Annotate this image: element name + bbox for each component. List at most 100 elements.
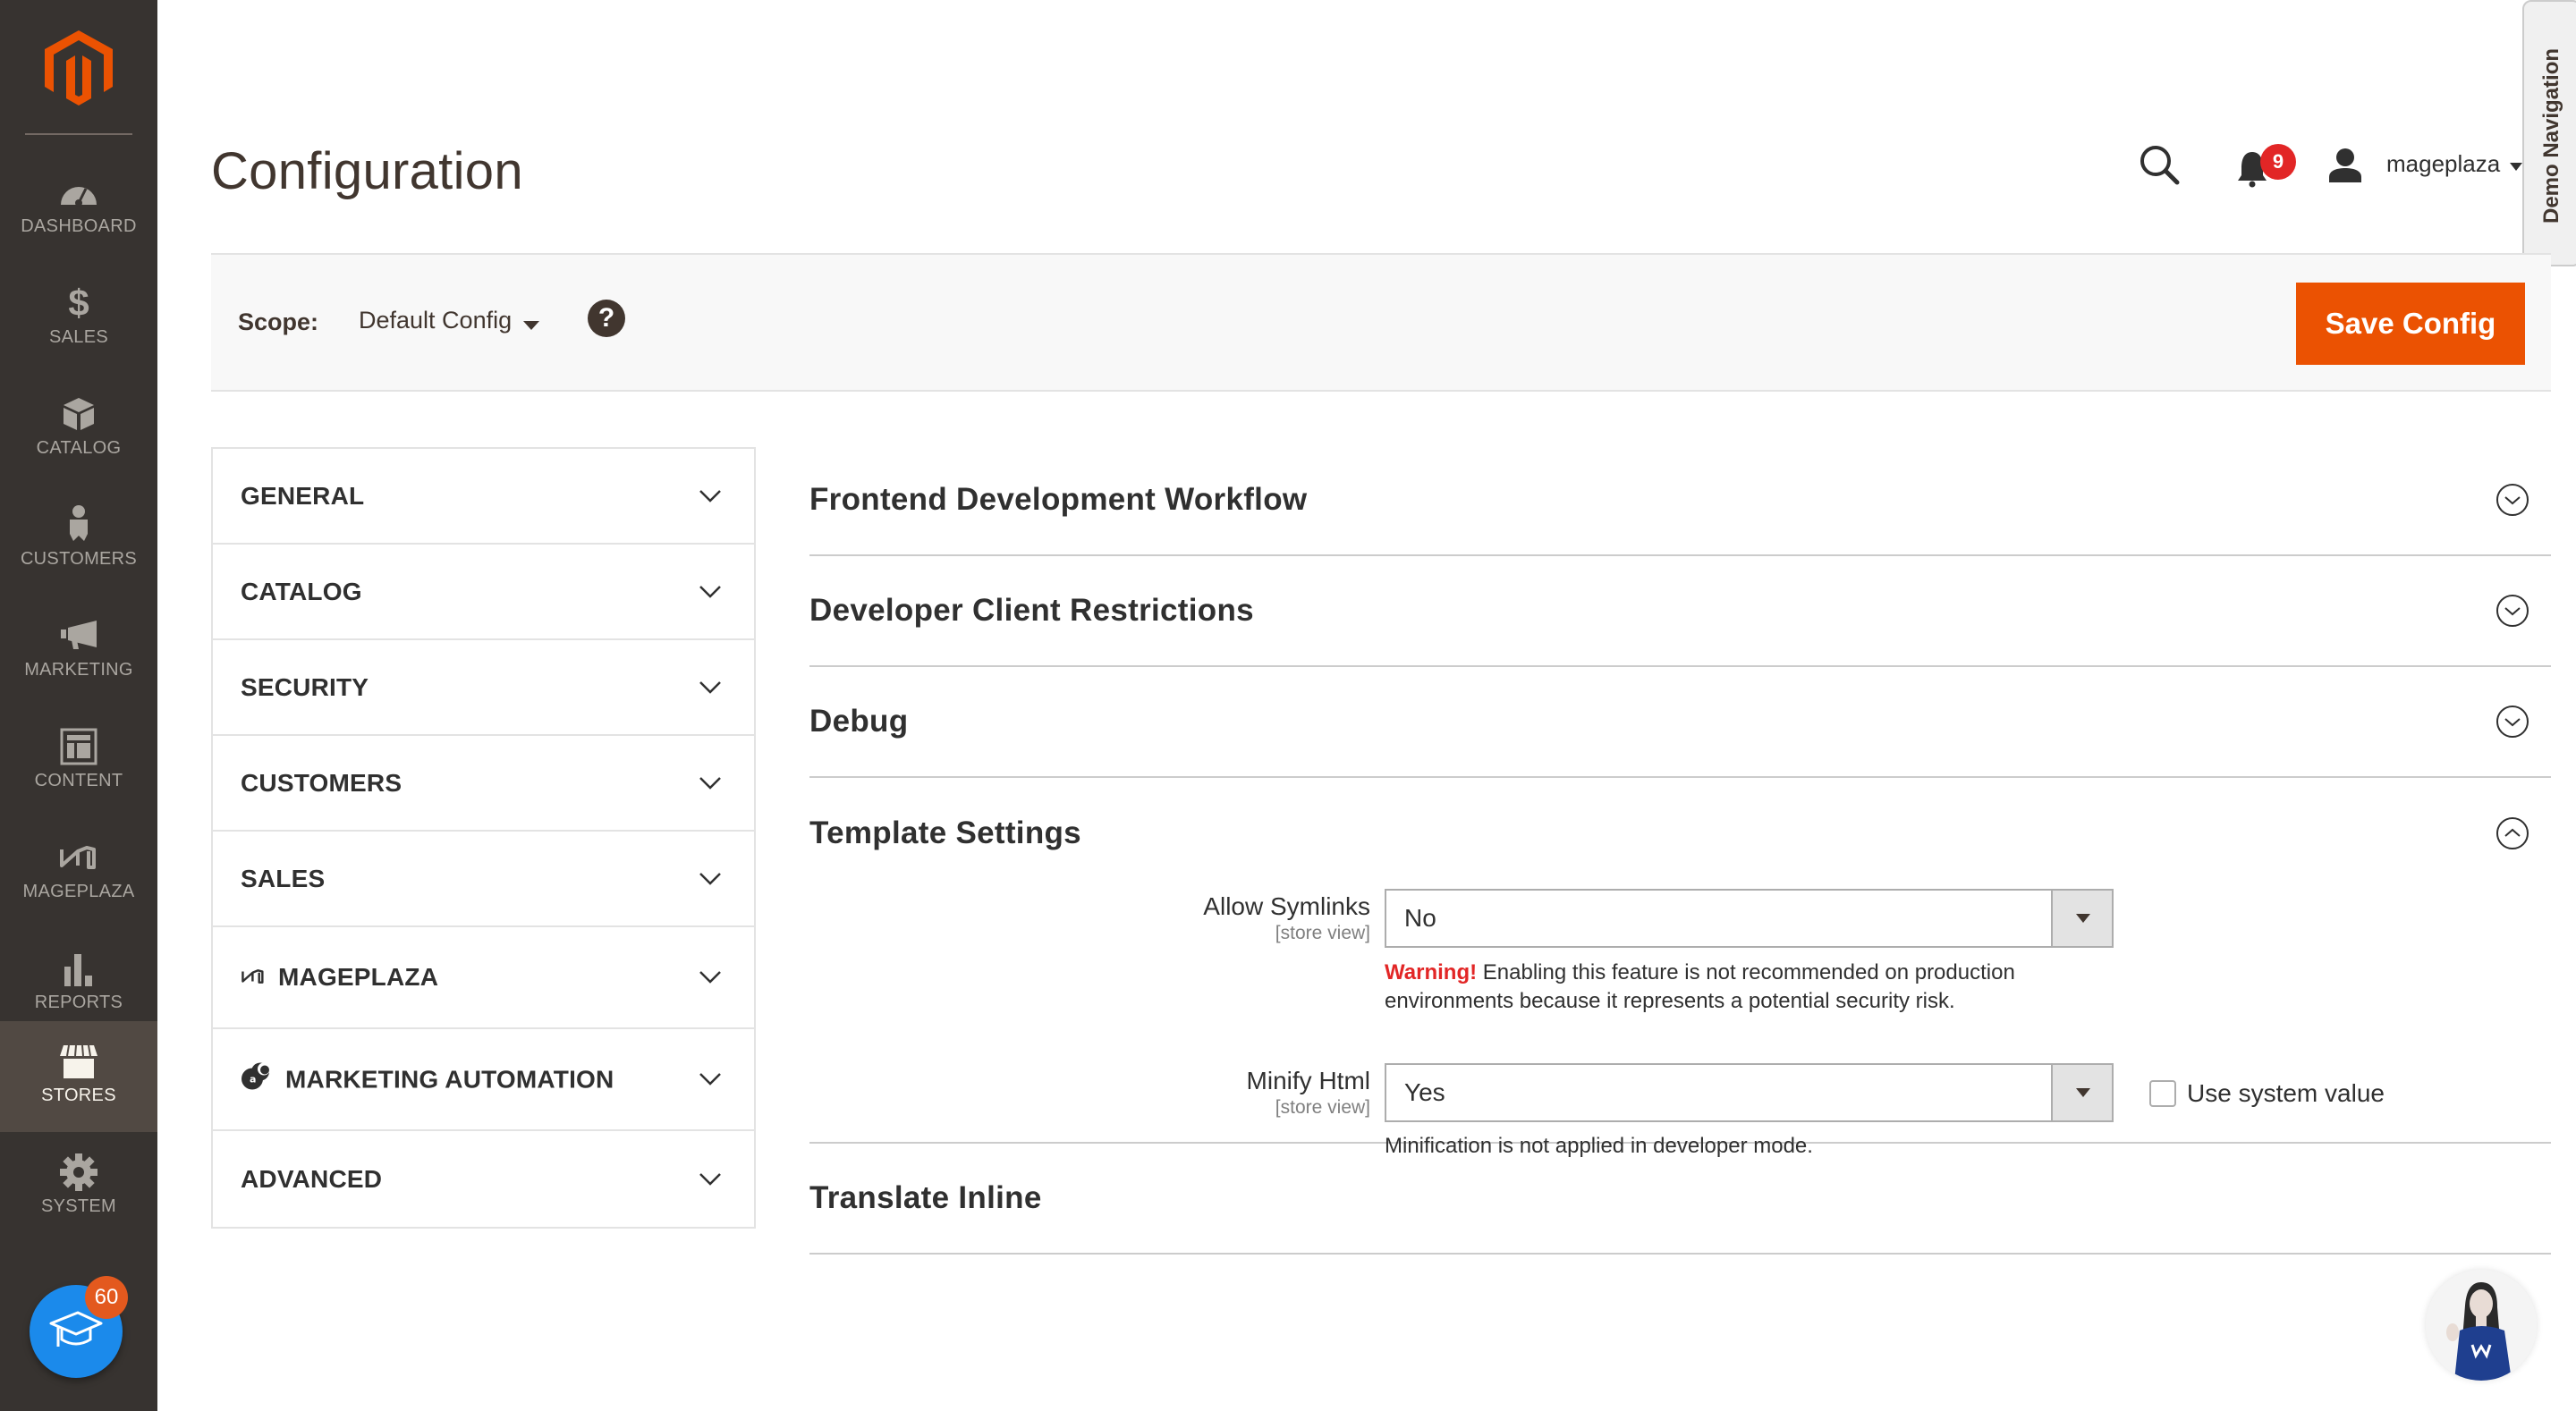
allow-symlinks-warning: Warning! Enabling this feature is not re…	[1385, 959, 2127, 1016]
tab-label-wrap: MAGEPLAZA	[241, 963, 438, 992]
tab-customers[interactable]: CUSTOMERS	[213, 736, 754, 832]
sidebar-item-dashboard[interactable]: DASHBOARD	[0, 152, 157, 263]
tab-general[interactable]: GENERAL	[213, 449, 754, 545]
minify-html-label: Minify Html [store view]	[1102, 1067, 1370, 1119]
help-icon[interactable]: ?	[588, 300, 625, 337]
section-debug[interactable]: Debug	[809, 667, 2551, 778]
bar-chart-icon	[56, 948, 101, 989]
chevron-down-icon	[699, 872, 721, 885]
tab-catalog[interactable]: CATALOG	[213, 545, 754, 640]
config-tabs: GENERAL CATALOG SECURITY CUSTOMERS SALES…	[211, 447, 756, 1229]
store-icon	[56, 1041, 101, 1082]
section-frontend-development-workflow[interactable]: Frontend Development Workflow	[809, 445, 2551, 556]
chevron-down-icon	[699, 585, 721, 598]
chevron-down-icon	[699, 776, 721, 790]
section-title: Debug	[809, 704, 909, 739]
tab-label: ADVANCED	[241, 1164, 383, 1193]
sidebar-item-marketing[interactable]: MARKETING	[0, 596, 157, 706]
warning-label: Warning!	[1385, 960, 1478, 984]
sidebar-item-label: MAGEPLAZA	[22, 882, 135, 901]
scope-label: Scope:	[238, 308, 319, 335]
caret-down-icon[interactable]	[2510, 163, 2522, 171]
section-developer-client-restrictions[interactable]: Developer Client Restrictions	[809, 556, 2551, 667]
minify-html-select[interactable]: Yes	[1385, 1063, 2114, 1122]
field-label: Minify Html	[1246, 1067, 1370, 1094]
scope-bar: Scope: Default Config ? Save Config	[211, 253, 2551, 392]
tab-label-wrap: a MARKETING AUTOMATION	[241, 1060, 614, 1099]
expand-circle-icon[interactable]	[2496, 483, 2529, 517]
field-label: Allow Symlinks	[1203, 892, 1370, 920]
tab-security[interactable]: SECURITY	[213, 640, 754, 736]
chevron-down-icon	[699, 489, 721, 503]
tab-sales[interactable]: SALES	[213, 832, 754, 927]
megaphone-icon	[56, 615, 101, 656]
warning-text: Enabling this feature is not recommended…	[1385, 960, 2015, 1013]
caret-down-icon[interactable]	[2051, 1065, 2112, 1120]
tab-advanced[interactable]: ADVANCED	[213, 1131, 754, 1227]
caret-down-icon[interactable]	[2051, 891, 2112, 946]
svg-text:a: a	[250, 1074, 257, 1086]
marketing-automation-icon: a	[241, 1060, 273, 1099]
sidebar-item-content[interactable]: CONTENT	[0, 706, 157, 817]
use-system-value-checkbox[interactable]: Use system value	[2149, 1079, 2385, 1108]
tab-marketing-automation[interactable]: a MARKETING AUTOMATION	[213, 1029, 754, 1131]
config-sections: Frontend Development Workflow Developer …	[809, 445, 2551, 1255]
user-icon[interactable]	[2327, 147, 2363, 182]
template-settings-form: Allow Symlinks [store view] No Warning! …	[809, 889, 2551, 1158]
sidebar-item-label: SALES	[49, 327, 108, 347]
caret-down-icon[interactable]	[523, 321, 539, 330]
expand-circle-icon[interactable]	[2496, 705, 2529, 739]
scope-switcher[interactable]: Default Config	[359, 307, 512, 334]
page-title: Configuration	[211, 142, 523, 200]
tab-label: CUSTOMERS	[241, 768, 402, 797]
sidebar-item-mageplaza[interactable]: MAGEPLAZA	[0, 817, 157, 928]
search-icon[interactable]	[2138, 143, 2182, 188]
chevron-down-icon	[699, 1073, 721, 1086]
tab-label: SALES	[241, 864, 326, 892]
allow-symlinks-label: Allow Symlinks [store view]	[1102, 892, 1370, 944]
dashboard-icon	[56, 172, 101, 213]
select-value: No	[1404, 904, 1436, 932]
sidebar-item-catalog[interactable]: CATALOG	[0, 374, 157, 485]
tab-label: SECURITY	[241, 672, 369, 701]
user-account-menu[interactable]: mageplaza	[2386, 150, 2500, 178]
sidebar-item-label: STORES	[41, 1086, 116, 1105]
save-config-button[interactable]: Save Config	[2296, 283, 2525, 365]
support-chat-avatar[interactable]	[2426, 1270, 2537, 1381]
tab-label: MAGEPLAZA	[278, 963, 439, 991]
mageplaza-icon	[56, 837, 101, 878]
gear-icon	[56, 1152, 101, 1193]
sidebar-item-label: MARKETING	[24, 660, 133, 680]
chevron-down-icon	[699, 680, 721, 694]
section-header[interactable]: Template Settings	[809, 778, 2551, 889]
sidebar-divider	[25, 133, 132, 135]
demo-navigation-tab[interactable]: Demo Navigation	[2522, 0, 2576, 266]
sidebar-item-customers[interactable]: CUSTOMERS	[0, 485, 157, 596]
admin-sidebar: DASHBOARD $ SALES CATALOG CUSTOMERS MARK…	[0, 0, 157, 1411]
sidebar-item-label: REPORTS	[34, 993, 123, 1012]
select-value: Yes	[1404, 1078, 1445, 1106]
tab-label: CATALOG	[241, 577, 362, 605]
section-title: Template Settings	[809, 815, 1081, 850]
sidebar-item-sales[interactable]: $ SALES	[0, 263, 157, 374]
tab-mageplaza[interactable]: MAGEPLAZA	[213, 927, 754, 1029]
section-title: Developer Client Restrictions	[809, 593, 1254, 628]
tab-label: MARKETING AUTOMATION	[285, 1065, 614, 1093]
magento-logo[interactable]	[45, 30, 113, 106]
chevron-down-icon	[699, 1172, 721, 1186]
sidebar-item-system[interactable]: SYSTEM	[0, 1132, 157, 1243]
dollar-icon: $	[68, 282, 89, 324]
section-title: Translate Inline	[809, 1180, 1042, 1215]
section-translate-inline[interactable]: Translate Inline	[809, 1144, 2551, 1255]
collapse-circle-icon[interactable]	[2496, 816, 2529, 850]
sidebar-item-label: CATALOG	[36, 438, 122, 458]
expand-circle-icon[interactable]	[2496, 594, 2529, 628]
sidebar-item-label: CONTENT	[34, 771, 123, 790]
notifications-badge: 9	[2260, 144, 2296, 180]
allow-symlinks-select[interactable]: No	[1385, 889, 2114, 948]
checkbox[interactable]	[2149, 1080, 2176, 1107]
tab-label: GENERAL	[241, 481, 365, 510]
field-scope: [store view]	[1275, 1097, 1370, 1118]
sidebar-item-stores[interactable]: STORES	[0, 1021, 157, 1132]
layout-icon	[56, 726, 101, 767]
